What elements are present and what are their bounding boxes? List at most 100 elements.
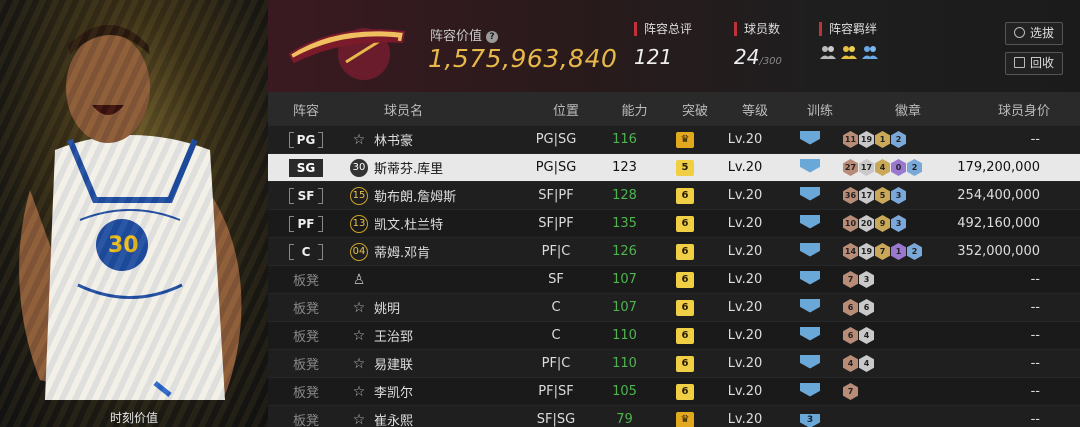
crown-icon[interactable]: ♛ — [676, 132, 694, 148]
player-name[interactable]: 凯文.杜兰特 — [374, 214, 520, 233]
player-level: Lv.20 — [727, 188, 763, 203]
badge-list[interactable]: 73 — [843, 271, 953, 288]
training-icon[interactable] — [800, 354, 820, 369]
bond-people-icon-1[interactable] — [819, 44, 837, 60]
breakthrough-level[interactable]: 6 — [676, 272, 694, 288]
badge-hex-icon: 2 — [907, 159, 922, 176]
player-name[interactable]: 姚明 — [374, 298, 520, 317]
player-level: Lv.20 — [727, 216, 763, 231]
training-icon[interactable] — [800, 326, 820, 341]
badge-hex-icon: 0 — [891, 159, 906, 176]
col-level[interactable]: 等级 — [723, 100, 787, 119]
table-row[interactable]: 板凳 ♙ SF 107 6 Lv.20 7 3 -- — [268, 266, 1080, 294]
training-icon[interactable] — [800, 130, 820, 145]
roster-table: 阵容 球员名 位置 能力 突破 等级 训练 徽章 球员身价 PG ☆ 林书豪 PG|S… — [268, 92, 1080, 427]
breakthrough-level[interactable]: 6 — [676, 300, 694, 316]
badge-hex-icon: 6 — [843, 327, 858, 344]
badge-hex-icon: 4 — [859, 355, 874, 372]
breakthrough-level[interactable]: 5 — [676, 160, 694, 176]
slot-label: SG — [289, 158, 323, 177]
badge-list[interactable]: 7 — [843, 383, 953, 400]
training-icon[interactable] — [800, 214, 820, 229]
lineup-value: 1,575,963,840 — [428, 44, 618, 73]
player-name[interactable]: 崔永熙 — [374, 410, 520, 427]
player-worth: 179,200,000 — [957, 160, 1040, 175]
training-icon[interactable] — [800, 158, 820, 173]
badge-list[interactable]: 14 19 7 1 2 — [843, 243, 953, 260]
col-training[interactable]: 训练 — [787, 100, 853, 119]
breakthrough-level[interactable]: 6 — [676, 328, 694, 344]
bond-people-icon-3[interactable] — [861, 44, 879, 60]
slot-label: 板凳 — [292, 414, 319, 427]
badge-list[interactable]: 64 — [843, 327, 953, 344]
col-position[interactable]: 位置 — [530, 100, 602, 119]
badge-hex-icon: 1 — [891, 243, 906, 260]
player-name[interactable]: 易建联 — [374, 354, 520, 373]
player-name[interactable]: 李凯尔 — [374, 382, 520, 401]
breakthrough-level[interactable]: 6 — [676, 216, 694, 232]
player-name[interactable]: 林书豪 — [374, 130, 520, 149]
player-ability: 107 — [612, 300, 637, 315]
col-worth[interactable]: 球员身价 — [963, 100, 1066, 119]
recycle-button[interactable]: 回收 — [1005, 52, 1063, 75]
crown-icon[interactable]: ♛ — [676, 412, 694, 427]
training-icon[interactable] — [800, 298, 820, 313]
player-name[interactable]: 斯蒂芬.库里 — [374, 158, 520, 177]
breakthrough-level[interactable]: 6 — [676, 244, 694, 260]
badge-hex-icon: 4 — [875, 159, 890, 176]
badge-list[interactable]: 66 — [843, 299, 953, 316]
table-row[interactable]: SG 30 斯蒂芬.库里 PG|SG 123 5 Lv.20 27 17 4 0 2 179,200,0… — [268, 154, 1080, 182]
breakthrough-level[interactable]: 6 — [676, 356, 694, 372]
badge-hex-icon: 7 — [875, 243, 890, 260]
training-icon[interactable] — [800, 242, 820, 257]
badge-list[interactable]: 27 17 4 0 2 — [843, 159, 953, 176]
badge-hex-icon: 9 — [875, 215, 890, 232]
badge-hex-icon: 14 — [843, 243, 858, 260]
player-worth: -- — [1030, 272, 1040, 287]
training-icon[interactable] — [800, 186, 820, 201]
help-icon[interactable]: ? — [486, 31, 499, 43]
moment-value-label: 时刻价值 — [109, 411, 158, 425]
table-row[interactable]: 板凳 ☆ 姚明 C 107 6 Lv.20 6 6 -- — [268, 294, 1080, 322]
badge-list[interactable]: 44 — [843, 355, 953, 372]
badge-list[interactable]: 36 17 5 3 — [843, 187, 953, 204]
player-worth: -- — [1030, 384, 1040, 399]
lineup-rating-label: 阵容总评 — [634, 22, 692, 36]
refresh-icon — [1013, 27, 1025, 38]
table-row[interactable]: PF 13 凯文.杜兰特 SF|PF 135 6 Lv.20 10 20 9 3 492,160,00… — [268, 210, 1080, 238]
breakthrough-level[interactable]: 6 — [676, 188, 694, 204]
lineup-rating-stat: 阵容总评 121 — [634, 22, 692, 69]
player-name[interactable]: 勒布朗.詹姆斯 — [374, 186, 520, 205]
col-player-name[interactable]: 球员名 — [374, 100, 530, 119]
bond-icons[interactable] — [819, 44, 879, 60]
training-icon[interactable] — [800, 270, 820, 285]
table-row[interactable]: 板凳 ☆ 王治郅 C 110 6 Lv.20 6 4 -- — [268, 322, 1080, 350]
slot-label: 板凳 — [292, 330, 319, 345]
table-row[interactable]: 板凳 ☆ 李凯尔 PF|SF 105 6 Lv.20 7 -- — [268, 378, 1080, 406]
badge-list[interactable]: 10 20 9 3 — [843, 215, 953, 232]
player-name[interactable]: 蒂姆.邓肯 — [374, 242, 520, 261]
table-row[interactable]: PG ☆ 林书豪 PG|SG 116 ♛ Lv.20 11 19 1 2 -- — [268, 126, 1080, 154]
training-icon[interactable] — [800, 382, 820, 397]
star-icon: ☆ — [352, 299, 366, 316]
col-breakthrough[interactable]: 突破 — [667, 100, 723, 119]
star-icon: ☆ — [352, 327, 366, 344]
col-badges[interactable]: 徽章 — [853, 100, 963, 119]
table-row[interactable]: 板凳 ☆ 崔永熙 SF|SG 79 ♛ Lv.20 3 -- — [268, 406, 1080, 427]
breakthrough-level[interactable]: 6 — [676, 384, 694, 400]
select-button[interactable]: 选拔 — [1005, 22, 1063, 45]
col-lineup[interactable]: 阵容 — [268, 100, 344, 119]
slot-label: 板凳 — [292, 358, 319, 373]
training-icon[interactable]: 3 — [800, 414, 820, 427]
table-row[interactable]: 板凳 ☆ 易建联 PF|C 110 6 Lv.20 4 4 -- — [268, 350, 1080, 378]
table-row[interactable]: SF 15 勒布朗.詹姆斯 SF|PF 128 6 Lv.20 36 17 5 3 254,400,0… — [268, 182, 1080, 210]
player-position: PG|SG — [535, 132, 577, 147]
badge-hex-icon: 7 — [843, 383, 858, 400]
col-ability[interactable]: 能力 — [602, 100, 667, 119]
player-worth: -- — [1030, 328, 1040, 343]
crowd-background — [0, 0, 268, 427]
badge-list[interactable]: 11 19 1 2 — [843, 131, 953, 148]
player-name[interactable]: 王治郅 — [374, 326, 520, 345]
bond-people-icon-2[interactable] — [840, 44, 858, 60]
table-row[interactable]: C 04 蒂姆.邓肯 PF|C 126 6 Lv.20 14 19 7 1 2 352,000,000 — [268, 238, 1080, 266]
